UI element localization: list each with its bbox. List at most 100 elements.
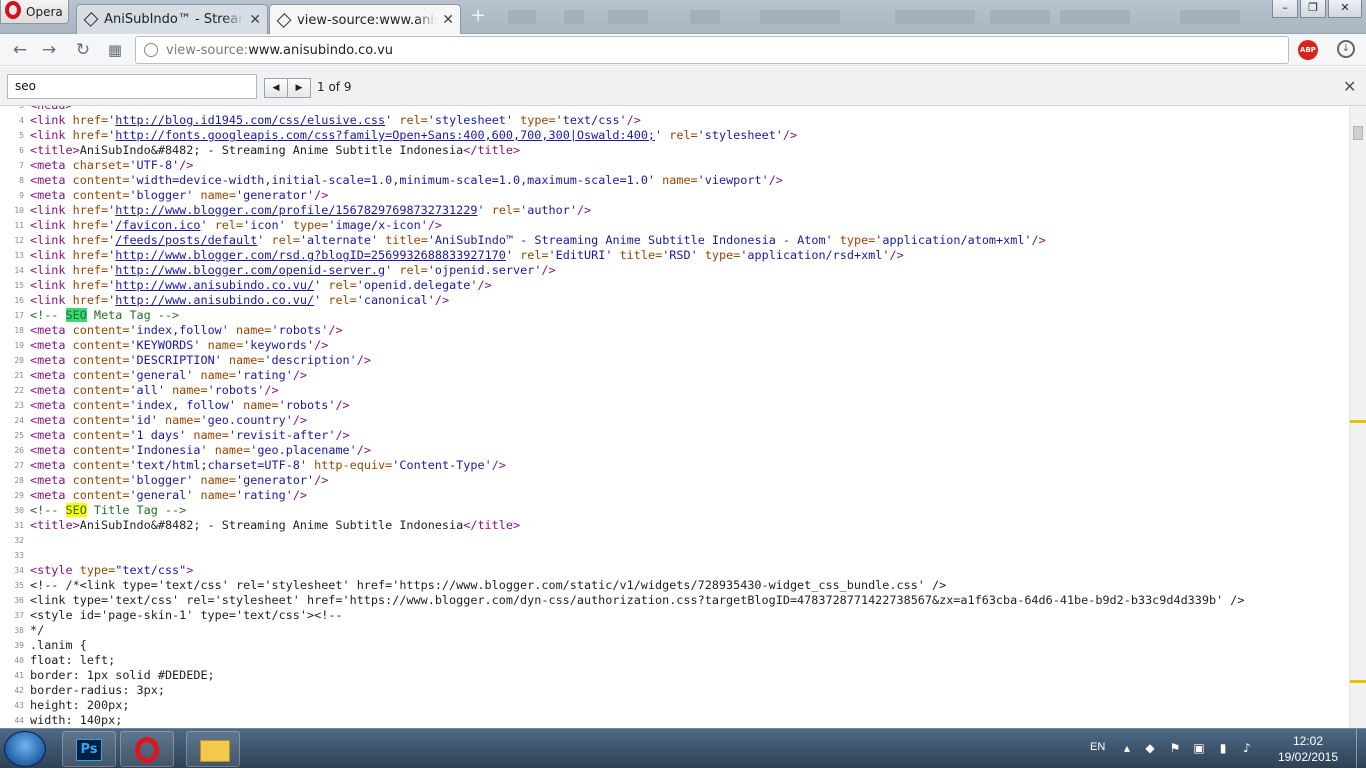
- forward-arrow-icon[interactable]: →: [40, 41, 58, 59]
- source-line: 24 <meta content='id' name='geo.country'/…: [0, 413, 1349, 428]
- taskbar-photoshop[interactable]: Ps: [62, 731, 116, 767]
- source-line: 16 <link href='http://www.anisubindo.co.v…: [0, 293, 1349, 308]
- scrollbar-thumb[interactable]: [1353, 126, 1363, 140]
- source-line: 40 float: left;: [0, 653, 1349, 668]
- line-number: 29: [14, 491, 24, 500]
- background-blur: [895, 10, 975, 24]
- line-number: 36: [14, 596, 24, 605]
- usb-device-icon[interactable]: ▣: [1192, 741, 1206, 755]
- action-center-icon[interactable]: ⚑: [1168, 741, 1182, 755]
- line-code: float: left;: [30, 653, 116, 667]
- line-number: 14: [14, 266, 24, 275]
- line-number: 37: [14, 611, 24, 620]
- background-blur: [608, 10, 648, 24]
- source-line: 37 <style id='page-skin-1' type='text/css…: [0, 608, 1349, 623]
- maximize-button[interactable]: ❐: [1300, 0, 1326, 18]
- find-close-icon[interactable]: ✕: [1343, 77, 1356, 96]
- line-code: <meta content='id' name='geo.country'/>: [30, 413, 308, 427]
- line-number: 9: [19, 191, 24, 200]
- line-number: 31: [14, 521, 24, 530]
- line-code: <meta content='Indonesia' name='geo.plac…: [30, 443, 371, 457]
- show-hidden-icons-icon[interactable]: ▴: [1120, 741, 1134, 755]
- clock-date: 19/02/2015: [1277, 750, 1339, 764]
- grid-icon[interactable]: ▦: [106, 41, 124, 59]
- line-number: 15: [14, 281, 24, 290]
- line-number: 28: [14, 476, 24, 485]
- line-number: 21: [14, 371, 24, 380]
- adblock-icon[interactable]: ABP: [1298, 40, 1318, 60]
- line-number: 11: [14, 221, 24, 230]
- source-line: 42 border-radius: 3px;: [0, 683, 1349, 698]
- source-line: 36 <link type='text/css' rel='stylesheet'…: [0, 593, 1349, 608]
- back-arrow-icon[interactable]: ←: [11, 41, 29, 59]
- new-tab-button[interactable]: +: [468, 7, 488, 26]
- line-code: <meta content='blogger' name='generator'…: [30, 473, 329, 487]
- source-line: 3<head>: [0, 106, 1349, 113]
- download-icon[interactable]: ↓: [1337, 40, 1355, 58]
- source-line: 9 <meta content='blogger' name='generator…: [0, 188, 1349, 203]
- line-number: 22: [14, 386, 24, 395]
- taskbar-opera[interactable]: [120, 731, 174, 767]
- source-line: 13 <link href='http://www.blogger.com/rsd…: [0, 248, 1349, 263]
- page-favicon-icon: [276, 12, 292, 28]
- source-line: 29 <meta content='general' name='rating'/…: [0, 488, 1349, 503]
- find-match-count: 1 of 9: [317, 80, 352, 94]
- network-share-icon[interactable]: ◆: [1143, 741, 1157, 755]
- line-code: <meta content='all' name='robots'/>: [30, 383, 279, 397]
- source-line: 6 <title>AniSubIndo&#8482; - Streaming An…: [0, 143, 1349, 158]
- line-number: 4: [19, 116, 24, 125]
- source-line: 10 <link href='http://www.blogger.com/pro…: [0, 203, 1349, 218]
- background-blur: [990, 10, 1050, 24]
- tab-strip: Opera AniSubIndo™ - Streaming Anime Subt…: [0, 0, 1366, 35]
- vertical-scrollbar[interactable]: [1349, 106, 1366, 728]
- source-line: 41 border: 1px solid #DEDEDE;: [0, 668, 1349, 683]
- system-clock[interactable]: 12:02 19/02/2015: [1268, 733, 1348, 765]
- background-blur: [1060, 10, 1130, 24]
- line-number: 18: [14, 326, 24, 335]
- windows-taskbar: Ps EN ▴ ◆ ⚑ ▣ ▮ ♪ 12:02 19/02/2015: [0, 728, 1366, 769]
- line-number: 17: [14, 311, 24, 320]
- source-line: 5 <link href='http://fonts.googleapis.com…: [0, 128, 1349, 143]
- tab-title: view-source:www.anisubindo.co.vu: [297, 12, 437, 28]
- line-code: <title>AniSubIndo&#8482; - Streaming Ani…: [30, 518, 521, 532]
- line-code: <meta content='index,follow' name='robot…: [30, 323, 343, 337]
- opera-menu-button[interactable]: Opera: [0, 0, 69, 24]
- close-window-button[interactable]: ✕: [1328, 0, 1362, 18]
- line-number: 12: [14, 236, 24, 245]
- line-code: <meta content='blogger' name='generator'…: [30, 188, 329, 202]
- globe-icon: [144, 43, 158, 57]
- show-desktop-button[interactable]: [1356, 729, 1366, 769]
- clock-time: 12:02: [1292, 734, 1324, 748]
- line-number: 30: [14, 506, 24, 515]
- line-code: <link href='http://www.blogger.com/profi…: [30, 203, 592, 217]
- reload-icon[interactable]: ↻: [74, 41, 92, 59]
- tab-anisubindo[interactable]: AniSubIndo™ - Streaming Anime Subtitle I…: [76, 4, 268, 34]
- url-prefix: view-source:: [166, 42, 249, 58]
- language-indicator[interactable]: EN: [1090, 741, 1105, 753]
- source-view[interactable]: 3<head> 4 <link href='http://blog.id1945.c…: [0, 106, 1349, 728]
- source-line: 23 <meta content='index, follow' name='ro…: [0, 398, 1349, 413]
- line-code: */: [30, 623, 45, 637]
- volume-icon[interactable]: ♪: [1240, 741, 1254, 755]
- find-input[interactable]: seo: [7, 74, 257, 99]
- background-blur: [690, 10, 720, 24]
- minimize-button[interactable]: –: [1272, 0, 1298, 18]
- line-code: <link href='/favicon.ico' rel='icon' typ…: [30, 218, 443, 232]
- signal-strength-icon[interactable]: ▮: [1216, 741, 1230, 755]
- source-line: 7 <meta charset='UTF-8'/>: [0, 158, 1349, 173]
- tab-close-icon[interactable]: ✕: [442, 12, 454, 28]
- tab-view-source[interactable]: view-source:www.anisubindo.co.vu ✕: [269, 4, 461, 35]
- line-number: 16: [14, 296, 24, 305]
- find-next-button[interactable]: ▶: [287, 78, 311, 98]
- line-number: 33: [14, 551, 24, 560]
- address-bar[interactable]: view-source:www.anisubindo.co.vu: [135, 36, 1289, 64]
- taskbar-file-explorer[interactable]: [186, 731, 240, 767]
- line-code: <meta content='1 days' name='revisit-aft…: [30, 428, 350, 442]
- find-previous-button[interactable]: ◀: [264, 78, 288, 98]
- photoshop-icon: Ps: [76, 739, 102, 761]
- start-button[interactable]: [4, 731, 46, 767]
- source-line: 25 <meta content='1 days' name='revisit-a…: [0, 428, 1349, 443]
- tab-close-icon[interactable]: ✕: [249, 12, 261, 28]
- source-line: 38 */: [0, 623, 1349, 638]
